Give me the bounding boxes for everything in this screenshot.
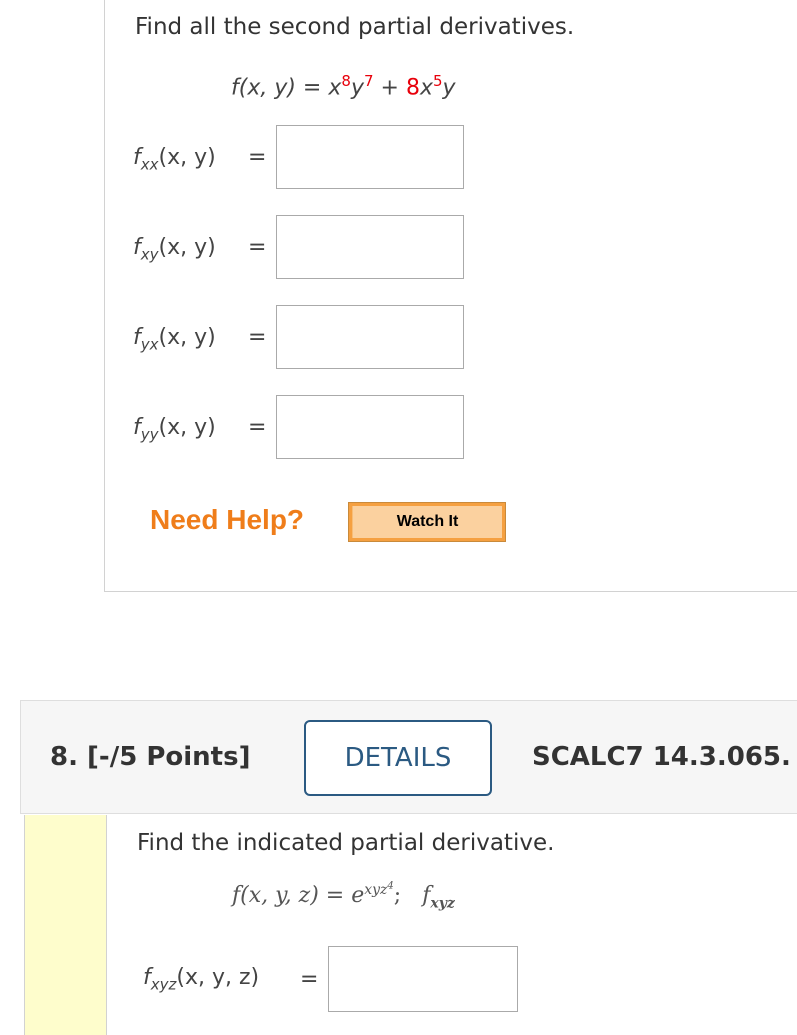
question-7-prompt: Find all the second partial derivatives.	[135, 14, 575, 40]
question-8-status-sidebar	[24, 815, 107, 1035]
details-button[interactable]: DETAILS	[304, 720, 492, 796]
fyy-label: fyy(x, y)	[133, 415, 216, 443]
plus-sign: +	[373, 75, 406, 101]
question-8-function: f(x, y, z) = exyz4; fxyz	[232, 880, 455, 911]
subscript: xyz	[150, 975, 177, 994]
fxyz-answer-input[interactable]	[328, 946, 518, 1012]
question-8-code: SCALC7 14.3.065.	[532, 742, 791, 772]
watch-it-label: Watch It	[352, 506, 502, 538]
question-8-points: 8. [-/5 Points]	[50, 742, 251, 772]
args: (x, y, z)	[176, 965, 260, 990]
fxyz-label: fxyz(x, y, z)	[143, 965, 259, 993]
question-8-prompt: Find the indicated partial derivative.	[137, 830, 555, 856]
term1-exp1: 8	[341, 72, 351, 90]
f-symbol: f	[133, 235, 141, 260]
args: (x, y)	[158, 145, 216, 170]
f-symbol: f	[133, 145, 141, 170]
fxyz-equals: =	[300, 967, 319, 992]
f-symbol: f	[133, 415, 141, 440]
fxy-equals: =	[248, 235, 267, 260]
fyy-answer-input[interactable]	[276, 395, 464, 459]
separator: ;	[393, 882, 402, 908]
args: (x, y)	[158, 325, 216, 350]
subscript: yy	[140, 425, 159, 444]
args: (x, y)	[158, 235, 216, 260]
question-7-function: f(x, y) = x8y7 + 8x5y	[231, 72, 456, 100]
subscript: xx	[140, 155, 159, 174]
args: (x, y)	[158, 415, 216, 440]
target-subscript: xyz	[430, 895, 455, 912]
fxx-equals: =	[248, 145, 267, 170]
fyx-equals: =	[248, 325, 267, 350]
f-symbol: f	[133, 325, 141, 350]
watch-it-button[interactable]: Watch It	[348, 502, 506, 542]
exp-base: xyz	[364, 881, 388, 898]
term1-base1: x	[328, 75, 342, 101]
term2-coef: 8	[405, 75, 420, 101]
fxy-label: fxy(x, y)	[133, 235, 216, 263]
term2-base: x	[419, 75, 433, 101]
need-help-label: Need Help?	[150, 504, 305, 535]
function-lhs: f(x, y) =	[231, 75, 329, 101]
fxy-answer-input[interactable]	[276, 215, 464, 279]
fxx-answer-input[interactable]	[276, 125, 464, 189]
subscript: yx	[140, 335, 159, 354]
fyx-answer-input[interactable]	[276, 305, 464, 369]
term1-base2: y	[350, 75, 364, 101]
function-lhs: f(x, y, z) = e	[232, 882, 365, 908]
fyx-label: fyx(x, y)	[133, 325, 216, 353]
fxx-label: fxx(x, y)	[133, 145, 216, 173]
fyy-equals: =	[248, 415, 267, 440]
term1-exp2: 7	[363, 72, 374, 90]
subscript: xy	[140, 245, 159, 264]
term2-tail: y	[442, 75, 456, 101]
f-symbol: f	[143, 965, 151, 990]
term2-exp: 5	[432, 72, 443, 90]
